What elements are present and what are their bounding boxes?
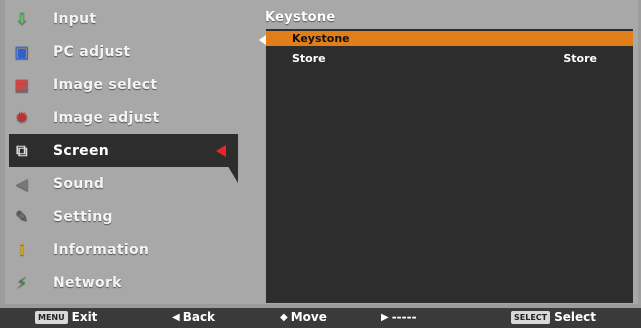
submenu-panel: Keystone Store Store	[266, 29, 633, 303]
hint-select-label: Select	[554, 310, 597, 324]
information-icon: i	[19, 239, 25, 259]
menu-item-label: Sound	[53, 175, 105, 192]
menu-item-network[interactable]: ⚡ Network	[9, 266, 232, 299]
menu-item-information[interactable]: i Information	[9, 233, 232, 266]
panel-title: Keystone	[265, 10, 336, 25]
hint-move: ◆ Move	[280, 310, 327, 324]
submenu-row-keystone[interactable]: Keystone	[266, 31, 633, 46]
menu-item-image-select[interactable]: ▦ Image select	[9, 68, 232, 101]
hint-select: SELECT Select	[511, 310, 596, 324]
menu-item-label: Information	[53, 241, 150, 258]
image-adjust-icon: ✹	[15, 107, 29, 127]
main-menu: ⇩ Input ▣ PC adjust ▦ Image select ✹ Ima…	[9, 2, 238, 299]
hint-move-label: Move	[290, 310, 327, 324]
submenu-row-label: Keystone	[292, 32, 350, 45]
menu-item-label: Image select	[53, 76, 158, 93]
image-select-icon: ▦	[14, 74, 30, 94]
menu-key-badge: MENU	[35, 310, 68, 324]
hint-exit-label: Exit	[71, 310, 98, 324]
submenu-row-value: Store	[563, 52, 597, 65]
setting-icon: ✎	[15, 206, 29, 226]
menu-item-pc-adjust[interactable]: ▣ PC adjust	[9, 35, 232, 68]
menu-item-input[interactable]: ⇩ Input	[9, 2, 232, 35]
menu-item-screen[interactable]: ⧉ Screen	[9, 134, 238, 167]
active-arrow-icon	[216, 145, 226, 157]
menu-item-image-adjust[interactable]: ✹ Image adjust	[9, 101, 232, 134]
submenu-row-label: Store	[292, 52, 326, 65]
left-arrow-icon: ◀	[172, 311, 180, 323]
menu-item-label: PC adjust	[53, 43, 131, 60]
hint-next-label: -----	[391, 310, 417, 324]
menu-item-label: Input	[53, 10, 97, 27]
row-pointer-icon	[259, 35, 266, 45]
submenu-row-store[interactable]: Store Store	[266, 51, 633, 66]
up-down-arrow-icon: ◆	[280, 311, 288, 323]
screen-icon: ⧉	[16, 140, 28, 160]
select-key-badge: SELECT	[511, 310, 551, 324]
menu-item-label: Screen	[53, 142, 110, 159]
pc-adjust-icon: ▣	[14, 41, 30, 61]
menu-item-setting[interactable]: ✎ Setting	[9, 200, 232, 233]
hint-back: ◀ Back	[172, 310, 215, 324]
sound-icon: ◀	[15, 173, 29, 193]
menu-item-sound[interactable]: ◀ Sound	[9, 167, 232, 200]
network-icon: ⚡	[16, 272, 28, 292]
input-icon: ⇩	[15, 8, 29, 28]
menu-item-label: Network	[53, 274, 122, 291]
key-hint-bar: MENU Exit ◀ Back ◆ Move ▶ ----- SELECT S…	[0, 308, 641, 328]
hint-exit: MENU Exit	[35, 310, 97, 324]
right-arrow-icon: ▶	[381, 311, 389, 323]
hint-next: ▶ -----	[381, 310, 417, 324]
submenu-connector	[226, 143, 238, 183]
menu-item-label: Image adjust	[53, 109, 160, 126]
hint-back-label: Back	[182, 310, 216, 324]
menu-item-label: Setting	[53, 208, 113, 225]
